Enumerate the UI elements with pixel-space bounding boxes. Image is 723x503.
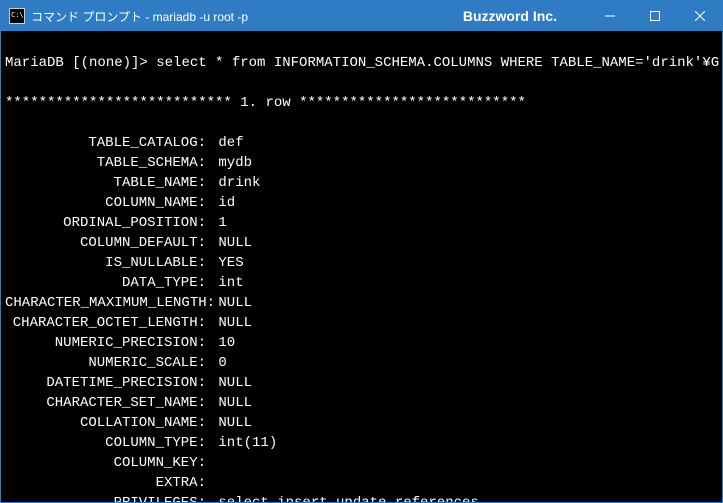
result-row: CHARACTER_SET_NAME: NULL bbox=[5, 393, 718, 413]
column-value: int bbox=[218, 273, 718, 293]
column-name: ORDINAL_POSITION: bbox=[5, 213, 210, 233]
row-separator-1: *************************** 1. row *****… bbox=[5, 93, 718, 113]
column-value: select,insert,update,references bbox=[218, 493, 718, 502]
result-row: COLUMN_KEY: bbox=[5, 453, 718, 473]
result-row: NUMERIC_SCALE: 0 bbox=[5, 353, 718, 373]
result-row: DATETIME_PRECISION: NULL bbox=[5, 373, 718, 393]
prompt-line: MariaDB [(none)]> select * from INFORMAT… bbox=[5, 53, 718, 73]
result-row: DATA_TYPE: int bbox=[5, 273, 718, 293]
maximize-button[interactable] bbox=[632, 1, 677, 31]
column-name: CHARACTER_SET_NAME: bbox=[5, 393, 210, 413]
result-row: TABLE_SCHEMA: mydb bbox=[5, 153, 718, 173]
column-value: NULL bbox=[218, 313, 718, 333]
column-name: DATA_TYPE: bbox=[5, 273, 210, 293]
column-value: 1 bbox=[218, 213, 718, 233]
column-name: IS_NULLABLE: bbox=[5, 253, 210, 273]
titlebar[interactable]: コマンド プロンプト - mariadb -u root -p Buzzword… bbox=[1, 1, 722, 31]
close-button[interactable] bbox=[677, 1, 722, 31]
column-name: COLUMN_TYPE: bbox=[5, 433, 210, 453]
result-row: NUMERIC_PRECISION: 10 bbox=[5, 333, 718, 353]
column-name: TABLE_SCHEMA: bbox=[5, 153, 210, 173]
minimize-button[interactable] bbox=[587, 1, 632, 31]
column-value: 10 bbox=[218, 333, 718, 353]
column-name: COLUMN_DEFAULT: bbox=[5, 233, 210, 253]
command-prompt-window: コマンド プロンプト - mariadb -u root -p Buzzword… bbox=[0, 0, 723, 503]
result-row: COLUMN_TYPE: int(11) bbox=[5, 433, 718, 453]
column-name: COLUMN_NAME: bbox=[5, 193, 210, 213]
column-value: YES bbox=[218, 253, 718, 273]
column-name: DATETIME_PRECISION: bbox=[5, 373, 210, 393]
column-name: COLLATION_NAME: bbox=[5, 413, 210, 433]
column-value: id bbox=[218, 193, 718, 213]
column-value: NULL bbox=[218, 233, 718, 253]
window-controls bbox=[587, 1, 722, 31]
column-name: NUMERIC_PRECISION: bbox=[5, 333, 210, 353]
column-name: NUMERIC_SCALE: bbox=[5, 353, 210, 373]
result-row: ORDINAL_POSITION: 1 bbox=[5, 213, 718, 233]
cmd-icon bbox=[9, 8, 25, 24]
result-row: TABLE_CATALOG: def bbox=[5, 133, 718, 153]
sql-command: select * from INFORMATION_SCHEMA.COLUMNS… bbox=[156, 53, 719, 73]
result-row: IS_NULLABLE: YES bbox=[5, 253, 718, 273]
column-name: PRIVILEGES: bbox=[5, 493, 210, 502]
column-value: 0 bbox=[218, 353, 718, 373]
result-row: CHARACTER_OCTET_LENGTH: NULL bbox=[5, 313, 718, 333]
column-name: TABLE_NAME: bbox=[5, 173, 210, 193]
brand-label: Buzzword Inc. bbox=[463, 8, 557, 24]
column-value: NULL bbox=[218, 413, 718, 433]
result-row: COLUMN_DEFAULT: NULL bbox=[5, 233, 718, 253]
prompt-prefix: MariaDB [(none)]> bbox=[5, 53, 148, 73]
column-name: CHARACTER_MAXIMUM_LENGTH: bbox=[5, 293, 210, 313]
column-value: NULL bbox=[218, 393, 718, 413]
column-name: EXTRA: bbox=[5, 473, 210, 493]
column-value: def bbox=[218, 133, 718, 153]
column-name: CHARACTER_OCTET_LENGTH: bbox=[5, 313, 210, 333]
column-value: drink bbox=[218, 173, 718, 193]
column-value bbox=[218, 473, 718, 493]
result-row: COLLATION_NAME: NULL bbox=[5, 413, 718, 433]
result-row: TABLE_NAME: drink bbox=[5, 173, 718, 193]
column-value: NULL bbox=[218, 373, 718, 393]
column-value: mydb bbox=[218, 153, 718, 173]
column-value: NULL bbox=[218, 293, 718, 313]
result-row: EXTRA: bbox=[5, 473, 718, 493]
window-title: コマンド プロンプト - mariadb -u root -p bbox=[31, 8, 248, 25]
result-row: COLUMN_NAME: id bbox=[5, 193, 718, 213]
column-name: TABLE_CATALOG: bbox=[5, 133, 210, 153]
column-name: COLUMN_KEY: bbox=[5, 453, 210, 473]
column-value bbox=[218, 453, 718, 473]
terminal-output[interactable]: MariaDB [(none)]> select * from INFORMAT… bbox=[1, 31, 722, 502]
result-row: CHARACTER_MAXIMUM_LENGTH: NULL bbox=[5, 293, 718, 313]
result-row: PRIVILEGES: select,insert,update,referen… bbox=[5, 493, 718, 502]
column-value: int(11) bbox=[218, 433, 718, 453]
